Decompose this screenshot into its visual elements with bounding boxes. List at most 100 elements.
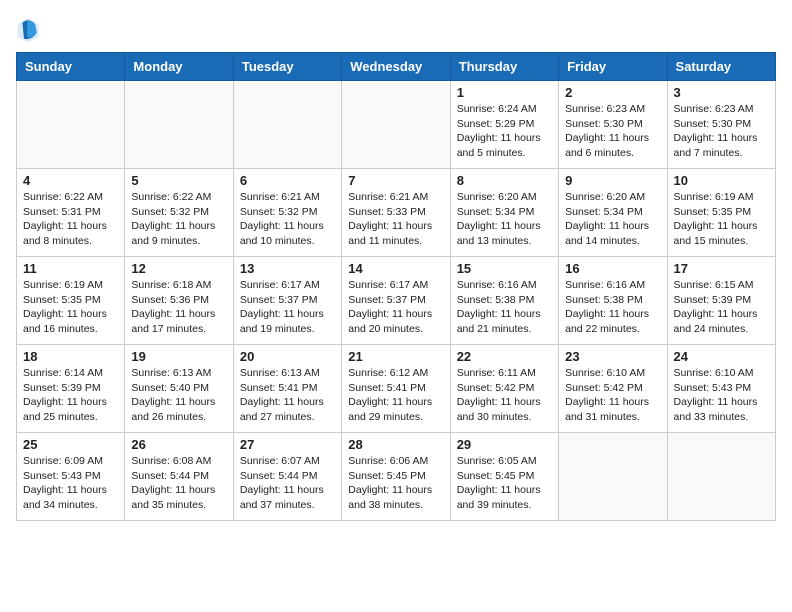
day-number: 9 [565,173,660,188]
calendar-cell: 18 Sunrise: 6:14 AMSunset: 5:39 PMDayligh… [17,345,125,433]
calendar-cell: 25 Sunrise: 6:09 AMSunset: 5:43 PMDayligh… [17,433,125,521]
calendar-cell: 24Sunrise: 6:10 AMSunset: 5:43 PMDayligh… [667,345,775,433]
calendar-cell: 13Sunrise: 6:17 AMSunset: 5:37 PMDayligh… [233,257,341,345]
day-info: Sunrise: 6:20 AMSunset: 5:34 PMDaylight:… [565,190,660,249]
day-info: Sunrise: 6:12 AMSunset: 5:41 PMDaylight:… [348,366,443,425]
calendar-cell: 1 Sunrise: 6:24 AMSunset: 5:29 PMDaylight… [450,81,558,169]
day-info: Sunrise: 6:07 AMSunset: 5:44 PMDaylight:… [240,454,335,513]
day-info: Sunrise: 6:22 AMSunset: 5:32 PMDaylight:… [131,190,226,249]
day-number: 26 [131,437,226,452]
day-info: Sunrise: 6:11 AMSunset: 5:42 PMDaylight:… [457,366,552,425]
calendar-cell: 9 Sunrise: 6:20 AMSunset: 5:34 PMDaylight… [559,169,667,257]
calendar-cell: 27 Sunrise: 6:07 AMSunset: 5:44 PMDayligh… [233,433,341,521]
day-header-wednesday: Wednesday [342,53,450,81]
calendar-cell: 10 Sunrise: 6:19 AMSunset: 5:35 PMDayligh… [667,169,775,257]
day-info: Sunrise: 6:21 AMSunset: 5:33 PMDaylight:… [348,190,443,249]
day-number: 20 [240,349,335,364]
day-info: Sunrise: 6:05 AMSunset: 5:45 PMDaylight:… [457,454,552,513]
calendar-cell [559,433,667,521]
calendar-cell: 7 Sunrise: 6:21 AMSunset: 5:33 PMDaylight… [342,169,450,257]
day-header-thursday: Thursday [450,53,558,81]
calendar-cell: 26 Sunrise: 6:08 AMSunset: 5:44 PMDayligh… [125,433,233,521]
calendar-cell: 16 Sunrise: 6:16 AMSunset: 5:38 PMDayligh… [559,257,667,345]
day-number: 3 [674,85,769,100]
day-info: Sunrise: 6:09 AMSunset: 5:43 PMDaylight:… [23,454,118,513]
calendar-cell: 6 Sunrise: 6:21 AMSunset: 5:32 PMDaylight… [233,169,341,257]
day-number: 8 [457,173,552,188]
calendar-cell: 4 Sunrise: 6:22 AMSunset: 5:31 PMDaylight… [17,169,125,257]
calendar-cell: 20 Sunrise: 6:13 AMSunset: 5:41 PMDayligh… [233,345,341,433]
day-number: 14 [348,261,443,276]
day-info: Sunrise: 6:14 AMSunset: 5:39 PMDaylight:… [23,366,118,425]
day-number: 15 [457,261,552,276]
day-number: 27 [240,437,335,452]
calendar-cell: 22 Sunrise: 6:11 AMSunset: 5:42 PMDayligh… [450,345,558,433]
day-info: Sunrise: 6:15 AMSunset: 5:39 PMDaylight:… [674,278,769,337]
calendar-cell [17,81,125,169]
calendar-cell: 8 Sunrise: 6:20 AMSunset: 5:34 PMDaylight… [450,169,558,257]
day-info: Sunrise: 6:10 AMSunset: 5:43 PMDaylight:… [674,366,769,425]
day-number: 23 [565,349,660,364]
calendar-cell: 29 Sunrise: 6:05 AMSunset: 5:45 PMDayligh… [450,433,558,521]
calendar-header-row: SundayMondayTuesdayWednesdayThursdayFrid… [17,53,776,81]
calendar-cell: 12 Sunrise: 6:18 AMSunset: 5:36 PMDayligh… [125,257,233,345]
day-info: Sunrise: 6:20 AMSunset: 5:34 PMDaylight:… [457,190,552,249]
logo [16,16,44,44]
day-number: 5 [131,173,226,188]
calendar-cell: 15Sunrise: 6:16 AMSunset: 5:38 PMDayligh… [450,257,558,345]
calendar-cell: 14 Sunrise: 6:17 AMSunset: 5:37 PMDayligh… [342,257,450,345]
calendar-cell: 2 Sunrise: 6:23 AMSunset: 5:30 PMDaylight… [559,81,667,169]
calendar-cell [125,81,233,169]
day-number: 10 [674,173,769,188]
day-number: 18 [23,349,118,364]
day-number: 7 [348,173,443,188]
day-info: Sunrise: 6:08 AMSunset: 5:44 PMDaylight:… [131,454,226,513]
day-info: Sunrise: 6:19 AMSunset: 5:35 PMDaylight:… [674,190,769,249]
day-info: Sunrise: 6:16 AMSunset: 5:38 PMDaylight:… [565,278,660,337]
day-number: 17 [674,261,769,276]
day-number: 25 [23,437,118,452]
calendar-cell [667,433,775,521]
calendar-cell: 17 Sunrise: 6:15 AMSunset: 5:39 PMDayligh… [667,257,775,345]
day-header-sunday: Sunday [17,53,125,81]
day-header-friday: Friday [559,53,667,81]
calendar-cell: 5 Sunrise: 6:22 AMSunset: 5:32 PMDaylight… [125,169,233,257]
calendar-table: SundayMondayTuesdayWednesdayThursdayFrid… [16,52,776,521]
day-number: 6 [240,173,335,188]
day-number: 16 [565,261,660,276]
day-info: Sunrise: 6:21 AMSunset: 5:32 PMDaylight:… [240,190,335,249]
day-info: Sunrise: 6:19 AMSunset: 5:35 PMDaylight:… [23,278,118,337]
day-info: Sunrise: 6:24 AMSunset: 5:29 PMDaylight:… [457,102,552,161]
week-row-3: 11 Sunrise: 6:19 AMSunset: 5:35 PMDayligh… [17,257,776,345]
day-number: 12 [131,261,226,276]
day-number: 28 [348,437,443,452]
day-info: Sunrise: 6:06 AMSunset: 5:45 PMDaylight:… [348,454,443,513]
week-row-1: 1 Sunrise: 6:24 AMSunset: 5:29 PMDaylight… [17,81,776,169]
day-number: 4 [23,173,118,188]
day-header-tuesday: Tuesday [233,53,341,81]
day-info: Sunrise: 6:17 AMSunset: 5:37 PMDaylight:… [348,278,443,337]
day-info: Sunrise: 6:13 AMSunset: 5:41 PMDaylight:… [240,366,335,425]
day-number: 21 [348,349,443,364]
day-number: 2 [565,85,660,100]
day-number: 11 [23,261,118,276]
week-row-5: 25 Sunrise: 6:09 AMSunset: 5:43 PMDayligh… [17,433,776,521]
day-header-monday: Monday [125,53,233,81]
day-info: Sunrise: 6:13 AMSunset: 5:40 PMDaylight:… [131,366,226,425]
logo-icon [16,16,40,44]
day-info: Sunrise: 6:22 AMSunset: 5:31 PMDaylight:… [23,190,118,249]
day-number: 29 [457,437,552,452]
calendar-cell [342,81,450,169]
day-info: Sunrise: 6:18 AMSunset: 5:36 PMDaylight:… [131,278,226,337]
day-info: Sunrise: 6:17 AMSunset: 5:37 PMDaylight:… [240,278,335,337]
calendar-cell: 3 Sunrise: 6:23 AMSunset: 5:30 PMDaylight… [667,81,775,169]
day-number: 22 [457,349,552,364]
calendar-cell: 28 Sunrise: 6:06 AMSunset: 5:45 PMDayligh… [342,433,450,521]
header [16,16,776,44]
calendar-cell [233,81,341,169]
week-row-4: 18 Sunrise: 6:14 AMSunset: 5:39 PMDayligh… [17,345,776,433]
day-number: 1 [457,85,552,100]
day-info: Sunrise: 6:23 AMSunset: 5:30 PMDaylight:… [674,102,769,161]
calendar-cell: 19Sunrise: 6:13 AMSunset: 5:40 PMDayligh… [125,345,233,433]
day-info: Sunrise: 6:23 AMSunset: 5:30 PMDaylight:… [565,102,660,161]
